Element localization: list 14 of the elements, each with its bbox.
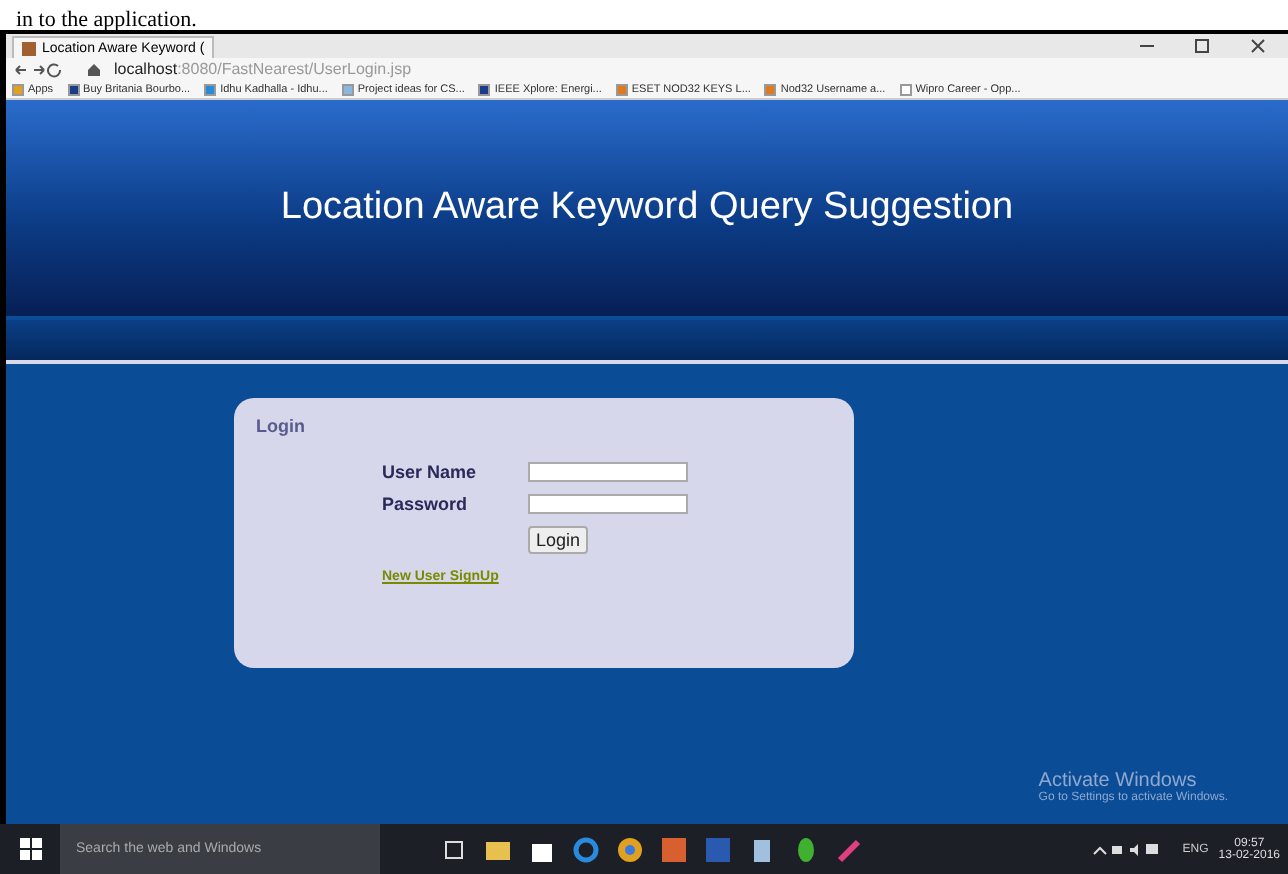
username-field[interactable] [528,462,688,482]
login-button[interactable]: Login [528,526,589,554]
task-view-icon[interactable] [440,835,468,863]
password-field[interactable] [528,494,688,514]
pen-icon[interactable] [836,835,864,863]
login-heading: Login [256,416,307,436]
address-bar[interactable]: localhost:8080/FastNearest/UserLogin.jsp [114,60,412,78]
start-icon[interactable] [19,838,41,860]
activation-title: Activate Windows [1038,770,1197,792]
favicon-icon [22,41,36,55]
page-title: Location Aware Keyword Query Suggestion [280,186,1014,230]
field-label: User Name [382,462,479,482]
caption-text: in to the application. [16,6,197,36]
field-label: Password [382,494,470,514]
